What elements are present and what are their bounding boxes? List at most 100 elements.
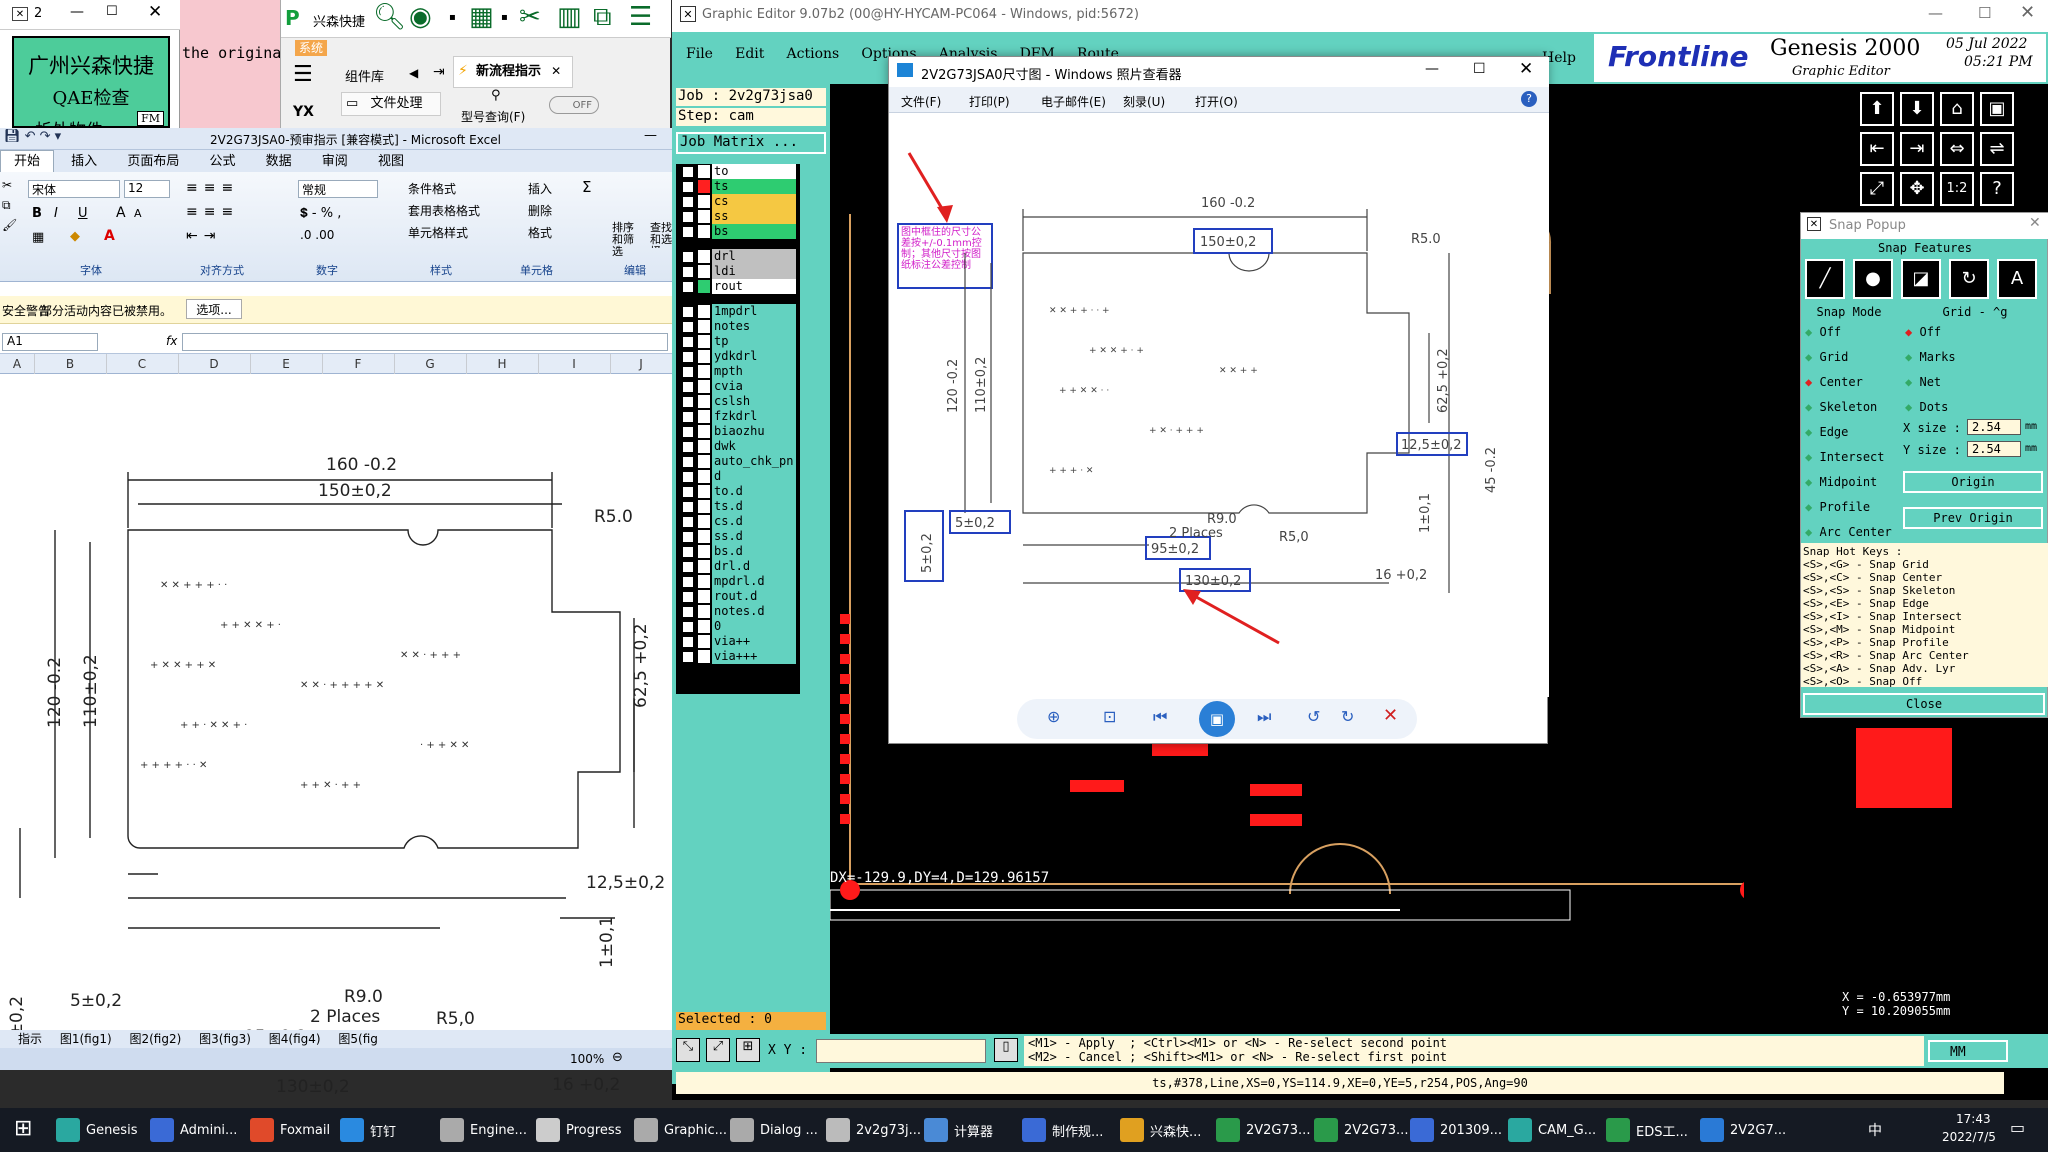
minimize-icon[interactable]: — xyxy=(70,4,84,20)
back-icon[interactable]: ◀ xyxy=(409,66,418,80)
layer-swatch[interactable] xyxy=(698,410,710,423)
line-snap-icon[interactable]: ╱ xyxy=(1805,259,1845,299)
sort-filter-button[interactable]: 排序和筛选 xyxy=(612,222,642,258)
layer-checkbox[interactable] xyxy=(682,181,694,193)
previous-icon[interactable]: ⏮ xyxy=(1153,707,1167,727)
layer-checkbox[interactable] xyxy=(682,606,694,618)
taskbar-item[interactable]: 201309... xyxy=(1410,1108,1502,1152)
layer-swatch[interactable] xyxy=(698,605,710,618)
delete-icon[interactable]: ✕ xyxy=(1383,705,1398,726)
taskbar-item[interactable]: 2V2G7... xyxy=(1700,1108,1786,1152)
layer-checkbox[interactable] xyxy=(682,396,694,408)
system-tab[interactable]: 系统 xyxy=(295,40,327,56)
snap-mode-option[interactable]: ◆ Skeleton xyxy=(1805,400,1877,414)
column-header[interactable]: A xyxy=(0,354,35,374)
taskbar-item[interactable]: 2V2G73... xyxy=(1216,1108,1310,1152)
conditional-format-button[interactable]: 条件格式 xyxy=(408,180,456,197)
layer-checkbox[interactable] xyxy=(682,366,694,378)
layer-swatch[interactable] xyxy=(698,545,710,558)
job-matrix-button[interactable]: Job Matrix ... xyxy=(676,132,826,154)
find-select-button[interactable]: 查找和选择 xyxy=(650,222,672,248)
layer-swatch[interactable] xyxy=(698,425,710,438)
layer-checkbox[interactable] xyxy=(682,561,694,573)
layer-row[interactable]: mpdrl.d xyxy=(676,574,796,589)
layer-checkbox[interactable] xyxy=(682,546,694,558)
layer-row[interactable]: d xyxy=(676,469,796,484)
table-icon[interactable]: ▥ xyxy=(557,2,582,32)
taskbar-item[interactable]: EDS工... xyxy=(1606,1108,1688,1152)
column-header[interactable]: I xyxy=(538,354,611,374)
home-icon[interactable]: ⌂ xyxy=(1940,92,1974,126)
dropdown-icon[interactable]: ▪ xyxy=(449,12,456,23)
percent-icon[interactable]: 💲︎ - % , xyxy=(300,206,341,221)
indent-icons[interactable]: ⇤⇥ xyxy=(186,228,221,244)
list-icon[interactable]: ☰ xyxy=(629,2,652,32)
zoom-icon[interactable]: ⊕ xyxy=(1047,707,1060,726)
grow-font-button[interactable]: A xyxy=(116,205,126,221)
column-header[interactable]: D xyxy=(178,354,251,374)
menu-icon[interactable]: ☰ xyxy=(293,62,313,87)
sheet-tab[interactable]: 指示 xyxy=(18,1032,42,1046)
layer-checkbox[interactable] xyxy=(682,166,694,178)
close-icon[interactable]: ✕ xyxy=(1519,59,1533,79)
snap-close-button[interactable]: Close xyxy=(1803,693,2045,715)
layer-row[interactable]: ss xyxy=(676,209,796,224)
layer-swatch[interactable] xyxy=(698,530,710,543)
layer-row[interactable]: ldi xyxy=(676,264,796,279)
tool-icon[interactable]: 1:2 xyxy=(1940,172,1974,206)
layer-row[interactable]: dwk xyxy=(676,439,796,454)
formula-input[interactable] xyxy=(182,333,668,351)
column-header[interactable]: B xyxy=(34,354,107,374)
help-icon[interactable]: ? xyxy=(1521,91,1537,107)
layer-swatch[interactable] xyxy=(698,210,710,223)
layer-swatch[interactable] xyxy=(698,440,710,453)
layer-swatch[interactable] xyxy=(698,180,710,193)
tab-formulas[interactable]: 公式 xyxy=(196,151,248,173)
layer-row[interactable]: ydkdrl xyxy=(676,349,796,364)
layer-swatch[interactable] xyxy=(698,250,710,263)
layer-swatch[interactable] xyxy=(698,305,710,318)
layer-checkbox[interactable] xyxy=(682,266,694,278)
surface-snap-icon[interactable]: ◪ xyxy=(1901,259,1941,299)
thumbnail[interactable] xyxy=(1846,716,1966,814)
search-icon[interactable]: 🔍︎ xyxy=(373,2,406,32)
layer-swatch[interactable] xyxy=(698,350,710,363)
layer-swatch[interactable] xyxy=(698,560,710,573)
snap-mode-option[interactable]: ◆ Profile xyxy=(1805,500,1870,514)
layer-swatch[interactable] xyxy=(698,485,710,498)
italic-button[interactable]: I xyxy=(54,206,58,221)
forward-icon[interactable]: ⇥ xyxy=(433,64,445,80)
layer-checkbox[interactable] xyxy=(682,501,694,513)
underline-button[interactable]: U xyxy=(78,206,88,221)
snap-mode-option[interactable]: ◆ Grid xyxy=(1805,350,1848,364)
taskbar-item[interactable]: 2V2G73... xyxy=(1314,1108,1408,1152)
prev-origin-button[interactable]: Prev Origin xyxy=(1903,507,2043,529)
layer-checkbox[interactable] xyxy=(682,576,694,588)
tool-icon[interactable]: ⬆ xyxy=(1860,92,1894,126)
minimize-icon[interactable]: — xyxy=(1928,4,1943,22)
snap-mode-option[interactable]: ◆ Arc Center xyxy=(1805,525,1892,539)
model-search-label[interactable]: 型号查询(F) xyxy=(461,108,525,125)
layer-row[interactable]: cvia xyxy=(676,379,796,394)
taskbar-item[interactable]: Progress xyxy=(536,1108,621,1152)
sheet-tab[interactable]: 图2(fig2) xyxy=(129,1032,181,1046)
grid-option[interactable]: ◆ Dots xyxy=(1905,400,1948,414)
taskbar-item[interactable]: Foxmail xyxy=(250,1108,330,1152)
layer-swatch[interactable] xyxy=(698,470,710,483)
off-toggle[interactable]: OFF xyxy=(549,96,599,114)
layer-checkbox[interactable] xyxy=(682,411,694,423)
help-icon[interactable]: ? xyxy=(1980,172,2014,206)
layer-checkbox[interactable] xyxy=(682,306,694,318)
format-cells-button[interactable]: 格式 xyxy=(528,224,552,241)
layer-checkbox[interactable] xyxy=(682,351,694,363)
close-icon[interactable]: ✕ xyxy=(2029,215,2041,231)
taskbar-item[interactable]: Dialog ... xyxy=(730,1108,818,1152)
dropdown-icon[interactable]: ▪ xyxy=(501,12,508,23)
snap-mode-option[interactable]: ◆ Off xyxy=(1805,325,1841,339)
tab-home[interactable]: 开始 xyxy=(0,150,55,173)
next-icon[interactable]: ⏭ xyxy=(1257,707,1271,727)
tool-icon[interactable]: ▯ xyxy=(994,1038,1018,1062)
sheet-tab[interactable]: 图3(fig3) xyxy=(199,1032,251,1046)
sheet-tab[interactable]: 图4(fig4) xyxy=(269,1032,321,1046)
new-flow-tab[interactable]: ⚡ 新流程指示 ✕ xyxy=(453,56,573,88)
